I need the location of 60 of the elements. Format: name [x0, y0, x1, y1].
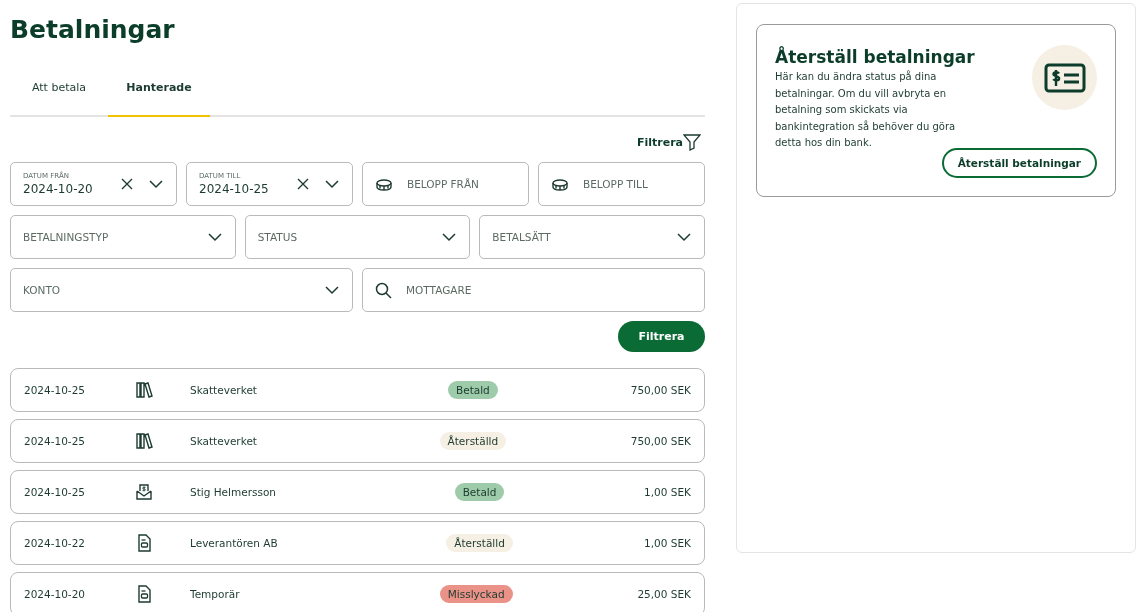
document-icon	[135, 534, 153, 552]
payment-recipient: Temporär	[190, 588, 241, 600]
payment-recipient: Stig Helmersson	[190, 486, 277, 498]
select-field[interactable]: KONTO	[10, 268, 353, 312]
card-title: Återställ betalningar	[775, 45, 975, 69]
tab[interactable]: Att betala	[10, 71, 108, 117]
payment-amount: 750,00 SEK	[630, 384, 691, 396]
filter-icon	[683, 133, 701, 151]
filter-button[interactable]: Filtrera	[618, 321, 705, 352]
field-placeholder: BELOPP TILL	[583, 178, 648, 190]
payment-date: 2024-10-25	[24, 384, 87, 396]
field-placeholder: KONTO	[23, 284, 61, 296]
payment-amount: 750,00 SEK	[630, 435, 691, 447]
field-placeholder: MOTTAGARE	[406, 284, 472, 296]
field-value: 2024-10-20	[23, 182, 93, 196]
payment-date: 2024-10-25	[24, 486, 87, 498]
select-field[interactable]: BETALSÄTT	[479, 215, 705, 259]
books-icon	[135, 381, 153, 399]
payment-date: 2024-10-20	[24, 588, 87, 600]
payment-row[interactable]: 2024-10-25 Stig Helmersson Betald 1,00 SEK	[10, 470, 705, 514]
page-title: Betalningar	[10, 15, 176, 45]
status-badge: Misslyckad	[439, 585, 513, 603]
select-field[interactable]: STATUS	[244, 215, 471, 259]
clear-icon	[120, 177, 134, 191]
field-placeholder: STATUS	[257, 231, 298, 243]
payment-amount: 1,00 SEK	[644, 537, 691, 549]
payment-date: 2024-10-22	[24, 537, 87, 549]
coin-icon	[375, 177, 393, 191]
payment-amount: 1,00 SEK	[644, 486, 691, 498]
search-icon	[375, 281, 392, 299]
payment-recipient: Leverantören AB	[190, 537, 279, 549]
status-badge: Återställd	[446, 534, 513, 552]
payment-recipient: Skatteverket	[190, 384, 258, 396]
status-badge: Betald	[447, 381, 498, 399]
filter-toggle[interactable]: Filtrera	[636, 131, 705, 153]
field-placeholder: BETALNINGSTYP	[23, 231, 109, 243]
books-icon	[135, 432, 153, 450]
field-placeholder: BELOPP FRÅN	[407, 178, 479, 190]
select-field[interactable]: BETALNINGSTYP	[10, 215, 236, 259]
amount-field[interactable]: BELOPP FRÅN	[362, 162, 529, 206]
payment-row[interactable]: 2024-10-25 Skatteverket Återställd 750,00 SEK	[10, 419, 705, 463]
document-icon	[135, 585, 153, 603]
field-placeholder: BETALSÄTT	[492, 231, 551, 243]
money-bill-icon	[1043, 62, 1086, 93]
search-field[interactable]: MOTTAGARE	[362, 268, 705, 312]
envelope-icon	[135, 483, 153, 501]
payment-amount: 25,00 SEK	[637, 588, 691, 600]
payment-row[interactable]: 2024-10-25 Skatteverket Betald 750,00 SEK	[10, 368, 705, 412]
field-value: 2024-10-25	[199, 182, 269, 196]
tab[interactable]: Hanterade	[108, 71, 210, 117]
coin-icon	[551, 177, 569, 191]
payment-row[interactable]: 2024-10-22 Leverantören AB Återställd 1,00 SEK	[10, 521, 705, 565]
status-badge: Betald	[454, 483, 505, 501]
reset-payments-button[interactable]: Återställ betalningar	[941, 147, 1097, 178]
amount-field[interactable]: BELOPP TILL	[538, 162, 705, 206]
status-badge: Återställd	[439, 432, 507, 450]
payment-date: 2024-10-25	[24, 435, 87, 447]
card-description: Här kan du ändra status på dina betalningar. Om du vill avbryta en betalning som skickats via bankintegration så behöver du göra detta hos din bank.	[775, 69, 957, 150]
payment-recipient: Skatteverket	[190, 435, 258, 447]
clear-icon	[296, 177, 310, 191]
